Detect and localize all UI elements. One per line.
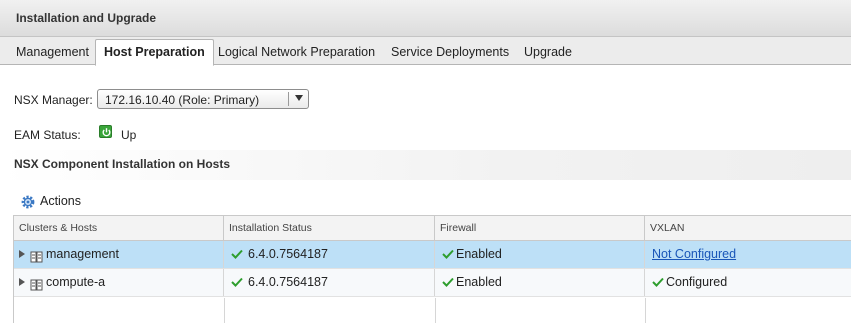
table-row[interactable]: management 6.4.0.7564187 Enabled Not Con… — [14, 241, 851, 269]
tab-management[interactable]: Management — [8, 41, 97, 65]
nsx-manager-value: 172.16.10.40 (Role: Primary) — [105, 93, 260, 107]
eam-status-label: EAM Status: — [14, 128, 81, 142]
page-title: Installation and Upgrade — [16, 11, 157, 25]
firewall-status: Enabled — [456, 247, 502, 261]
nsx-manager-select[interactable]: 172.16.10.40 (Role: Primary) — [97, 89, 309, 109]
check-icon — [231, 249, 243, 259]
expand-arrow-icon[interactable] — [19, 278, 25, 286]
install-status-cell: 6.4.0.7564187 — [224, 241, 435, 268]
install-version: 6.4.0.7564187 — [248, 247, 328, 261]
table-header: Clusters & Hosts Installation Status Fir… — [14, 216, 851, 241]
tab-logical-network-preparation[interactable]: Logical Network Preparation — [210, 41, 383, 65]
vxlan-cell: Configured — [645, 269, 851, 296]
column-header-vxlan[interactable]: VXLAN — [645, 216, 851, 241]
install-status-cell: 6.4.0.7564187 — [224, 269, 435, 296]
table-row[interactable]: compute-a 6.4.0.7564187 Enabled Configur… — [14, 269, 851, 297]
actions-label: Actions — [40, 194, 81, 208]
firewall-cell: Enabled — [435, 269, 645, 296]
column-divider — [224, 298, 225, 323]
install-version: 6.4.0.7564187 — [248, 275, 328, 289]
nsx-manager-label: NSX Manager: — [14, 93, 93, 107]
check-icon — [442, 249, 454, 259]
check-icon — [442, 277, 454, 287]
power-on-icon — [99, 125, 112, 138]
section-header: NSX Component Installation on Hosts — [0, 150, 851, 180]
cluster-name: management — [46, 247, 119, 261]
title-bar: Installation and Upgrade — [0, 0, 851, 37]
column-header-installation-status[interactable]: Installation Status — [224, 216, 435, 241]
tab-service-deployments[interactable]: Service Deployments — [383, 41, 517, 65]
chevron-down-icon[interactable] — [295, 95, 303, 101]
column-header-clusters-hosts[interactable]: Clusters & Hosts — [14, 216, 224, 241]
vxlan-cell: Not Configured — [645, 241, 851, 268]
tab-upgrade[interactable]: Upgrade — [516, 41, 580, 65]
gear-icon — [20, 194, 36, 213]
column-divider — [435, 298, 436, 323]
cluster-name: compute-a — [46, 275, 106, 289]
firewall-status: Enabled — [456, 275, 502, 289]
check-icon — [231, 277, 243, 287]
check-icon — [652, 277, 664, 287]
hosts-table: Clusters & Hosts Installation Status Fir… — [13, 215, 851, 323]
cluster-cell: management — [14, 241, 224, 268]
section-title: NSX Component Installation on Hosts — [14, 157, 231, 171]
expand-arrow-icon[interactable] — [19, 250, 25, 258]
eam-status-value: Up — [121, 128, 137, 142]
cluster-icon — [30, 275, 44, 301]
column-header-firewall[interactable]: Firewall — [435, 216, 645, 241]
tab-host-preparation[interactable]: Host Preparation — [95, 39, 214, 66]
tab-bar: Management Host Preparation Logical Netw… — [0, 37, 851, 66]
firewall-cell: Enabled — [435, 241, 645, 268]
column-divider — [645, 298, 646, 323]
vxlan-status: Configured — [666, 275, 728, 289]
vxlan-not-configured-link[interactable]: Not Configured — [652, 241, 736, 267]
cluster-cell: compute-a — [14, 269, 224, 296]
dropdown-separator — [288, 92, 289, 106]
